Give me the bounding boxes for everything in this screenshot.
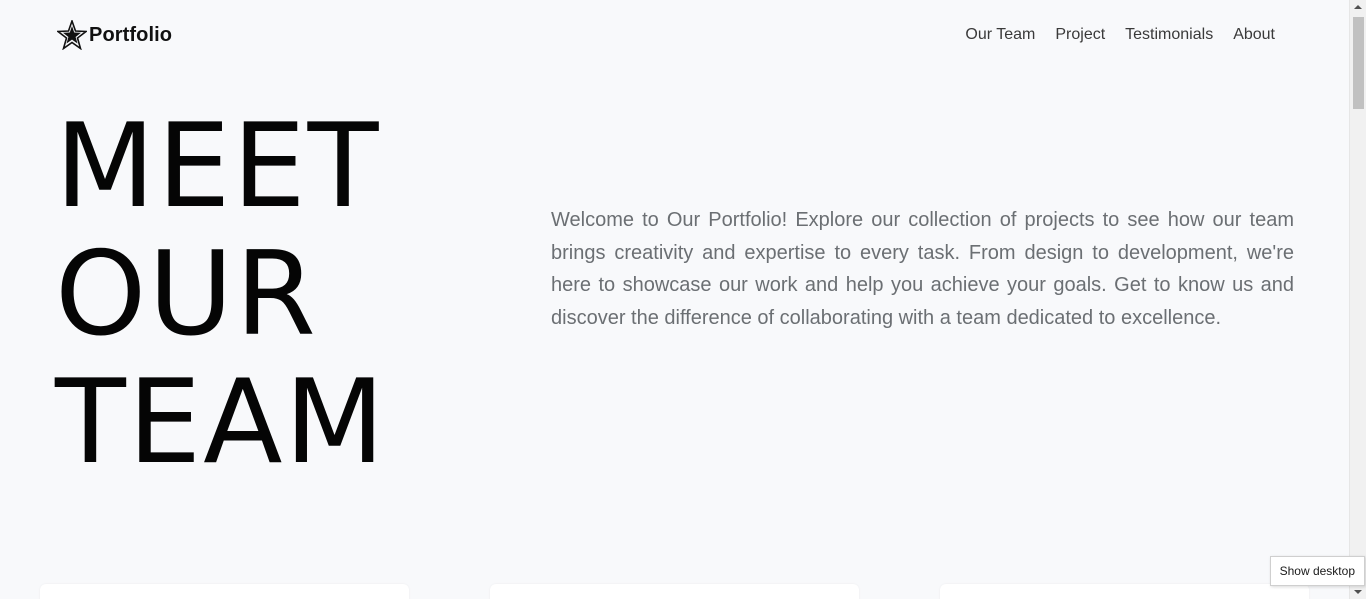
hero-title: MEET OUR TEAM [55, 103, 387, 487]
scroll-thumb[interactable] [1353, 17, 1364, 109]
show-desktop-tooltip: Show desktop [1269, 556, 1365, 586]
brand-link[interactable]: Portfolio [57, 20, 172, 50]
scroll-down-arrow-icon[interactable] [1354, 590, 1362, 594]
hero-title-line: TEAM [55, 355, 387, 490]
navbar: Portfolio Our Team Project Testimonials … [0, 0, 1349, 72]
nav-link-testimonials[interactable]: Testimonials [1125, 26, 1213, 44]
scroll-up-arrow-icon[interactable] [1354, 5, 1362, 9]
nav-link-our-team[interactable]: Our Team [965, 26, 1035, 44]
page: Portfolio Our Team Project Testimonials … [0, 0, 1366, 599]
vertical-scrollbar[interactable] [1349, 0, 1366, 599]
nav-link-about[interactable]: About [1233, 26, 1275, 44]
nav-links: Our Team Project Testimonials About [965, 26, 1275, 44]
team-card[interactable] [940, 584, 1309, 599]
hero-title-line: OUR [55, 227, 318, 362]
team-card[interactable] [40, 584, 409, 599]
brand-name: Portfolio [89, 23, 173, 46]
hero-description: Welcome to Our Portfolio! Explore our co… [551, 209, 1294, 329]
star-icon [57, 20, 87, 50]
team-card[interactable] [490, 584, 859, 599]
nav-link-project[interactable]: Project [1055, 26, 1105, 44]
hero-title-line: MEET [55, 99, 381, 234]
